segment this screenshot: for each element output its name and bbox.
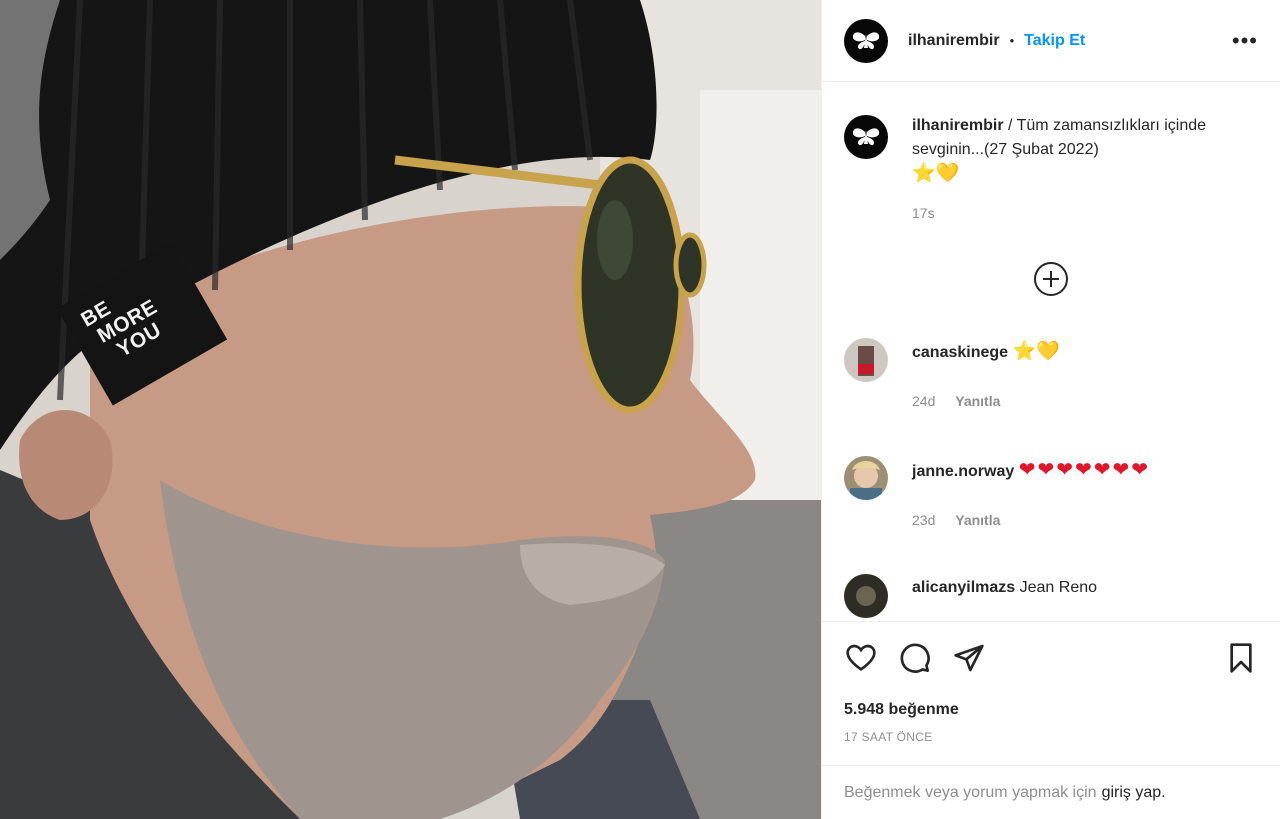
- comment-icon[interactable]: [898, 641, 932, 675]
- comment-item: janne.norway ❤❤❤❤❤❤❤ 23d Yanıtla: [844, 456, 1264, 532]
- login-link[interactable]: giriş yap.: [1102, 784, 1166, 802]
- comment-time[interactable]: 23d: [912, 512, 935, 528]
- login-prompt: Beğenmek veya yorum yapmak için giriş ya…: [822, 765, 1280, 819]
- caption-timestamp[interactable]: 17s: [912, 201, 1264, 225]
- reply-button[interactable]: Yanıtla: [955, 512, 1000, 528]
- comment-time[interactable]: 24d: [912, 393, 935, 409]
- heart-icon[interactable]: [844, 641, 878, 675]
- comment-meta: 24d Yanıtla: [912, 389, 1060, 413]
- post-photo[interactable]: BE MORE YOU: [0, 0, 821, 819]
- post-caption: ilhanirembir / Tüm zamansızlıkları içind…: [844, 114, 1264, 225]
- comment-username[interactable]: alicanyilmazs: [912, 579, 1015, 596]
- comment-body: canaskinege ⭐💛 24d Yanıtla: [912, 338, 1060, 413]
- commenter-avatar[interactable]: [844, 574, 888, 618]
- moth-icon: [852, 128, 880, 146]
- login-prompt-text: Beğenmek veya yorum yapmak için: [844, 783, 1097, 801]
- caption-emojis: ⭐💛: [912, 163, 960, 184]
- post-time[interactable]: 17 SAAT ÖNCE: [822, 727, 1280, 765]
- author-username[interactable]: ilhanirembir: [908, 32, 1000, 50]
- comment-meta: 23d Yanıtla: [912, 508, 1150, 532]
- share-icon[interactable]: [952, 641, 986, 675]
- post-header: ilhanirembir • Takip Et •••: [822, 0, 1280, 82]
- bookmark-icon[interactable]: [1224, 641, 1258, 675]
- caption-username[interactable]: ilhanirembir: [912, 117, 1004, 134]
- action-bar: [822, 621, 1280, 693]
- comment-text: ❤❤❤❤❤❤❤: [1018, 459, 1151, 481]
- commenter-avatar[interactable]: [844, 338, 888, 382]
- comment-username[interactable]: janne.norway: [912, 463, 1014, 480]
- comment-username[interactable]: canaskinege: [912, 344, 1008, 361]
- author-avatar[interactable]: [844, 18, 888, 63]
- comment-text: Jean Reno: [1019, 579, 1098, 596]
- comments-area[interactable]: ilhanirembir / Tüm zamansızlıkları içind…: [822, 82, 1280, 621]
- moth-icon: [852, 31, 880, 49]
- instagram-post-window: BE MORE YOU ilhanirembir • Takip Et •••: [0, 0, 1280, 819]
- comment-item: canaskinege ⭐💛 24d Yanıtla: [844, 338, 1264, 413]
- comment-body: alicanyilmazs Jean Reno: [912, 574, 1097, 618]
- reply-button[interactable]: Yanıtla: [955, 393, 1000, 409]
- follow-button[interactable]: Takip Et: [1024, 32, 1085, 50]
- add-comment-icon[interactable]: [1034, 262, 1068, 296]
- caption-body: ilhanirembir / Tüm zamansızlıkları içind…: [912, 114, 1264, 225]
- like-count[interactable]: 5.948 beğenme: [822, 693, 1280, 727]
- portrait-illustration: [0, 0, 821, 819]
- caption-author-avatar[interactable]: [844, 115, 888, 159]
- commenter-avatar[interactable]: [844, 456, 888, 500]
- comment-body: janne.norway ❤❤❤❤❤❤❤ 23d Yanıtla: [912, 456, 1150, 532]
- comment-text: ⭐💛: [1012, 341, 1060, 362]
- post-side-panel: ilhanirembir • Takip Et ••• ilhanirembir…: [821, 0, 1280, 819]
- separator-dot: •: [1009, 33, 1015, 48]
- more-icon[interactable]: •••: [1232, 29, 1258, 51]
- comment-item: alicanyilmazs Jean Reno: [844, 574, 1264, 618]
